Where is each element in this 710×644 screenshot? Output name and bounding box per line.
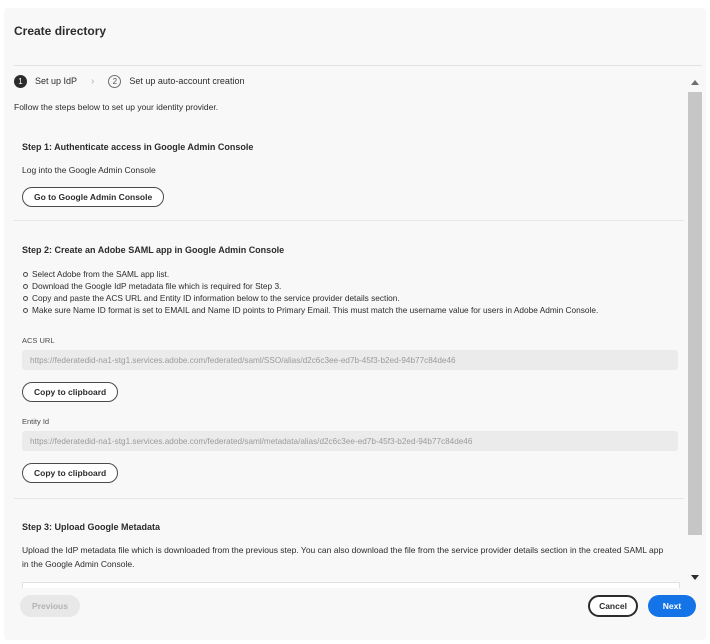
list-item: Make sure Name ID format is set to EMAIL… — [22, 304, 598, 316]
create-directory-dialog: Create directory 1 Set up IdP › 2 Set up… — [4, 8, 706, 640]
stepper: 1 Set up IdP › 2 Set up auto-account cre… — [14, 71, 244, 91]
step-2-indicator: 2 — [108, 74, 122, 88]
next-button[interactable]: Next — [648, 595, 696, 617]
vertical-scrollbar[interactable] — [688, 76, 702, 588]
step-1-label: Set up IdP — [35, 76, 78, 86]
section-divider — [14, 220, 684, 221]
go-to-admin-console-button[interactable]: Go to Google Admin Console — [22, 187, 165, 207]
entity-id-label: Entity Id — [22, 417, 50, 426]
step-1-indicator: 1 — [14, 74, 27, 88]
header-divider — [14, 65, 702, 66]
copy-entity-id-button[interactable]: Copy to clipboard — [22, 463, 119, 483]
step2-bullet-list: Select Adobe from the SAML app list. Dow… — [22, 268, 598, 316]
cancel-button[interactable]: Cancel — [588, 595, 638, 617]
list-item: Select Adobe from the SAML app list. — [22, 268, 598, 280]
section-divider — [14, 498, 684, 499]
step-2-label: Set up auto-account creation — [129, 76, 245, 86]
entity-id-field[interactable]: https://federatedid-na1-stg1.services.ad… — [22, 431, 678, 451]
chevron-right-icon: › — [91, 75, 95, 87]
acs-url-field[interactable]: https://federatedid-na1-stg1.services.ad… — [22, 350, 678, 370]
scroll-down-arrow-icon[interactable] — [691, 575, 699, 580]
acs-url-label: ACS URL — [22, 336, 55, 345]
step3-heading: Step 3: Upload Google Metadata — [22, 522, 161, 532]
scroll-content[interactable]: Follow the steps below to set up your id… — [14, 98, 684, 588]
intro-text: Follow the steps below to set up your id… — [14, 102, 219, 112]
step3-text-line2: in the Google Admin Console. — [22, 559, 135, 569]
list-item: Download the Google IdP metadata file wh… — [22, 280, 598, 292]
step1-text: Log into the Google Admin Console — [22, 165, 156, 175]
dialog-title: Create directory — [14, 24, 107, 38]
list-item: Copy and paste the ACS URL and Entity ID… — [22, 292, 598, 304]
step2-heading: Step 2: Create an Adobe SAML app in Goog… — [22, 245, 285, 255]
copy-acs-url-button[interactable]: Copy to clipboard — [22, 382, 119, 402]
previous-button[interactable]: Previous — [20, 595, 80, 617]
scrollbar-thumb[interactable] — [688, 92, 702, 535]
scroll-up-arrow-icon[interactable] — [691, 80, 699, 85]
step1-heading: Step 1: Authenticate access in Google Ad… — [22, 142, 254, 152]
step3-text-line1: Upload the IdP metadata file which is do… — [22, 545, 664, 555]
metadata-upload-area[interactable] — [22, 582, 680, 588]
